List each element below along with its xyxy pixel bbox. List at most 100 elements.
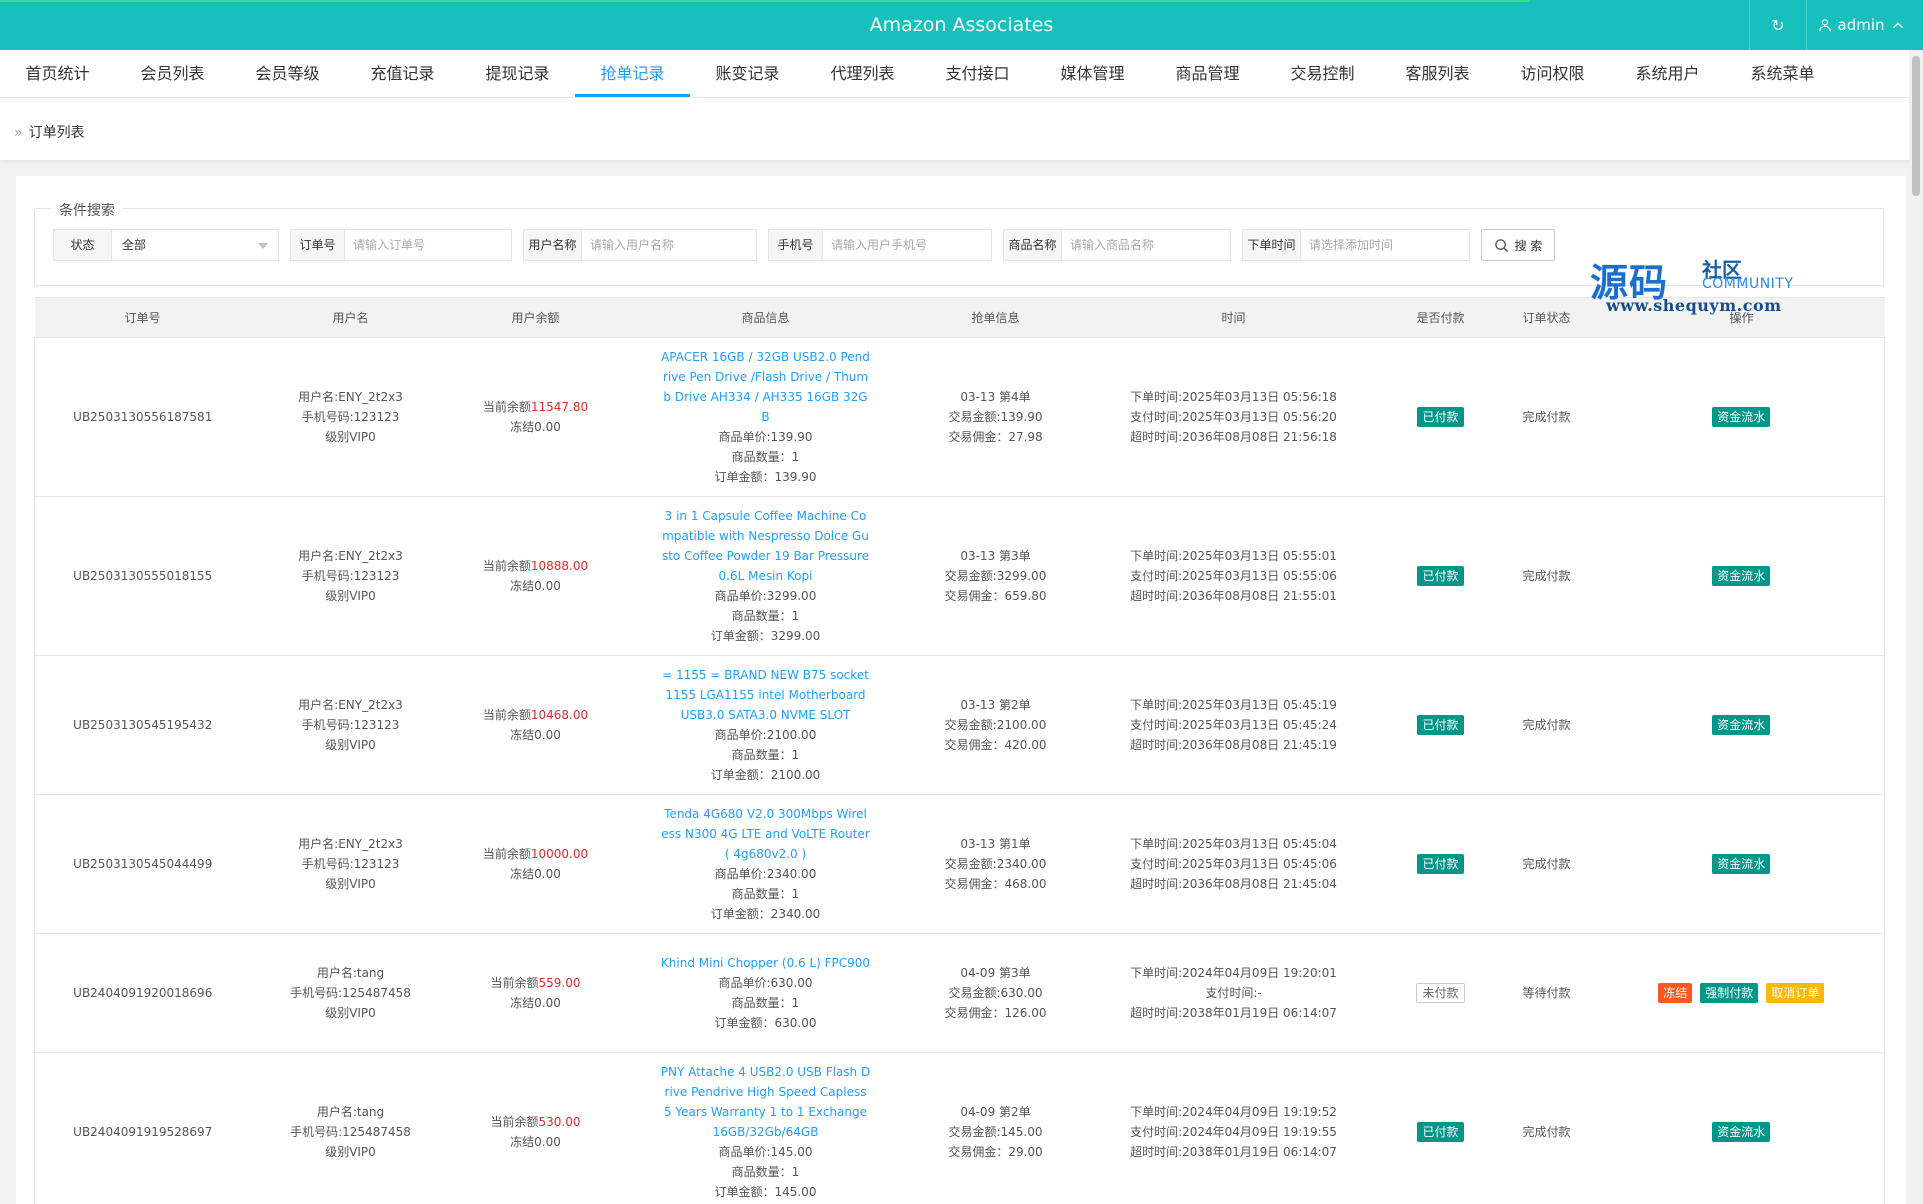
product-input[interactable] [1062, 230, 1230, 260]
column-header-0: 订单号 [34, 297, 251, 338]
order-status: 完成付款 [1522, 410, 1571, 424]
phone-input[interactable] [823, 230, 991, 260]
grab-info-cell: 03-13 第3单 交易金额:3299.00 交易佣金：659.80 [910, 496, 1081, 656]
search-icon [1494, 238, 1508, 252]
balance-value: 10888.00 [530, 559, 589, 573]
watermark-url: www.shequym.com [1606, 296, 1782, 315]
time-line: 超时时间:2036年08月08日 21:56:18 [1130, 430, 1337, 444]
order-status: 完成付款 [1522, 857, 1571, 871]
product-detail-line: 订单金额：630.00 [714, 1016, 817, 1030]
nav-item-12[interactable]: 客服列表 [1380, 50, 1495, 97]
time-line: 支付时间:2025年03月13日 05:55:06 [1130, 569, 1337, 583]
paid-status-badge: 已付款 [1417, 1122, 1464, 1142]
user-menu[interactable]: admin [1809, 0, 1913, 50]
order-input[interactable] [345, 230, 511, 260]
order-number: UB2503130545195432 [73, 718, 213, 732]
nav-item-1[interactable]: 会员列表 [115, 50, 230, 97]
time-filter: 下单时间 [1242, 229, 1470, 261]
actions-cell: 资金流水 [1598, 655, 1885, 795]
order-status-cell: 等待付款 [1494, 933, 1599, 1053]
order-number: UB2503130545044499 [73, 857, 213, 871]
product-name-link[interactable]: Khind Mini Chopper (0.6 L) FPC900 [661, 953, 871, 973]
time-line: 支付时间:2025年03月13日 05:45:06 [1130, 857, 1337, 871]
paid-cell: 已付款 [1386, 655, 1495, 795]
fund-flow-button[interactable]: 资金流水 [1712, 715, 1771, 735]
paid-cell: 已付款 [1386, 496, 1495, 656]
user-info-line: 用户名:tang [316, 1105, 385, 1119]
time-line: 支付时间:- [1205, 986, 1262, 1000]
fund-flow-button[interactable]: 资金流水 [1712, 407, 1771, 427]
product-detail-line: 订单金额：2340.00 [710, 907, 821, 921]
product-detail-line: 商品单价:139.90 [718, 430, 813, 444]
watermark-sub2: COMMUNITY [1702, 276, 1794, 292]
fund-flow-button[interactable]: 资金流水 [1712, 566, 1771, 586]
balance-value: 10000.00 [530, 847, 589, 861]
nav-item-0[interactable]: 首页统计 [0, 50, 115, 97]
user-info-line: 用户名:tang [316, 966, 385, 980]
nav-item-6[interactable]: 账变记录 [690, 50, 805, 97]
nav-item-4[interactable]: 提现记录 [460, 50, 575, 97]
nav-item-13[interactable]: 访问权限 [1495, 50, 1610, 97]
search-button[interactable]: 搜 索 [1481, 229, 1555, 261]
nav-item-14[interactable]: 系统用户 [1610, 50, 1725, 97]
status-filter: 状态 全部 [53, 229, 279, 261]
time-line: 下单时间:2025年03月13日 05:45:04 [1130, 837, 1337, 851]
orders-table: 订单号 用户名 用户余额 商品信息 抢单信息 时间 是否付款 订单状态 操作 UB2503130… [34, 297, 1885, 1204]
product-name-link[interactable]: 3 in 1 Capsule Coffee Machine Compatible… [661, 506, 871, 586]
balance-line: 当前余额559.00 [451, 973, 621, 993]
fund-flow-button[interactable]: 资金流水 [1712, 854, 1771, 874]
grab-info-line: 交易佣金：126.00 [944, 1006, 1047, 1020]
scrollbar-thumb[interactable] [1912, 56, 1920, 196]
cancel-order-button[interactable]: 取消订单 [1766, 983, 1825, 1003]
order-number-cell: UB2503130555018155 [34, 496, 251, 656]
product-detail-line: 商品数量：1 [731, 748, 800, 762]
content-panel: 条件搜索 状态 全部 订单号 用户名称 手机号 商品 [16, 176, 1906, 1204]
refresh-button[interactable]: ↻ [1749, 0, 1807, 50]
table-body: UB2503130556187581 用户名:ENY_2t2x3 手机号码:1231… [34, 337, 1885, 1204]
table-row: UB2503130556187581 用户名:ENY_2t2x3 手机号码:1231… [34, 337, 1885, 497]
order-status-cell: 完成付款 [1494, 794, 1599, 934]
time-line: 下单时间:2024年04月09日 19:20:01 [1130, 966, 1337, 980]
product-detail-line: 商品单价:145.00 [718, 1145, 813, 1159]
force-pay-button[interactable]: 强制付款 [1700, 983, 1759, 1003]
time-line: 支付时间:2025年03月13日 05:56:20 [1130, 410, 1337, 424]
nav-item-8[interactable]: 支付接口 [920, 50, 1035, 97]
actions-cell: 资金流水 [1598, 794, 1885, 934]
product-name-link[interactable]: APACER 16GB / 32GB USB2.0 Pendrive Pen D… [661, 347, 871, 427]
page-scrollbar[interactable] [1909, 50, 1923, 1204]
actions-cell: 资金流水 [1598, 1052, 1885, 1204]
column-header-6: 是否付款 [1386, 297, 1495, 338]
user-input[interactable] [582, 230, 756, 260]
nav-item-2[interactable]: 会员等级 [230, 50, 345, 97]
time-line: 超时时间:2036年08月08日 21:45:19 [1130, 738, 1337, 752]
nav-item-15[interactable]: 系统菜单 [1725, 50, 1840, 97]
status-select[interactable]: 全部 [112, 230, 278, 260]
nav-item-7[interactable]: 代理列表 [805, 50, 920, 97]
nav-item-9[interactable]: 媒体管理 [1035, 50, 1150, 97]
user-cell: 用户名:tang 手机号码:125487458 级别VIP0 [250, 933, 451, 1053]
product-cell: Tenda 4G680 V2.0 300Mbps Wireless N300 4… [620, 794, 911, 934]
balance-cell: 当前余额559.00 冻结0.00 [450, 933, 621, 1053]
grab-info-line: 交易金额:3299.00 [944, 569, 1047, 583]
product-name-link[interactable]: PNY Attache 4 USB2.0 USB Flash Drive Pen… [661, 1062, 871, 1142]
grab-info-line: 交易金额:630.00 [948, 986, 1043, 1000]
time-line: 支付时间:2024年04月09日 19:19:55 [1130, 1125, 1337, 1139]
grab-info-line: 03-13 第3单 [960, 549, 1031, 563]
order-status-cell: 完成付款 [1494, 655, 1599, 795]
order-number: UB2404091920018696 [73, 986, 213, 1000]
user-name: admin [1837, 16, 1885, 34]
fund-flow-button[interactable]: 资金流水 [1712, 1122, 1771, 1142]
nav-item-3[interactable]: 充值记录 [345, 50, 460, 97]
product-detail-line: 商品单价:2100.00 [714, 728, 817, 742]
order-status-cell: 完成付款 [1494, 496, 1599, 656]
time-input[interactable] [1301, 230, 1469, 260]
product-name-link[interactable]: Tenda 4G680 V2.0 300Mbps Wireless N300 4… [661, 804, 871, 864]
nav-item-11[interactable]: 交易控制 [1265, 50, 1380, 97]
breadcrumb-bar: » 订单列表 [0, 98, 1923, 160]
freeze-button[interactable]: 冻结 [1658, 983, 1693, 1003]
product-name-link[interactable]: = 1155 = BRAND NEW B75 socket 1155 LGA11… [661, 665, 871, 725]
grab-info-line: 03-13 第4单 [960, 390, 1031, 404]
nav-item-5[interactable]: 抢单记录 [575, 50, 690, 97]
product-filter: 商品名称 [1003, 229, 1231, 261]
nav-item-10[interactable]: 商品管理 [1150, 50, 1265, 97]
